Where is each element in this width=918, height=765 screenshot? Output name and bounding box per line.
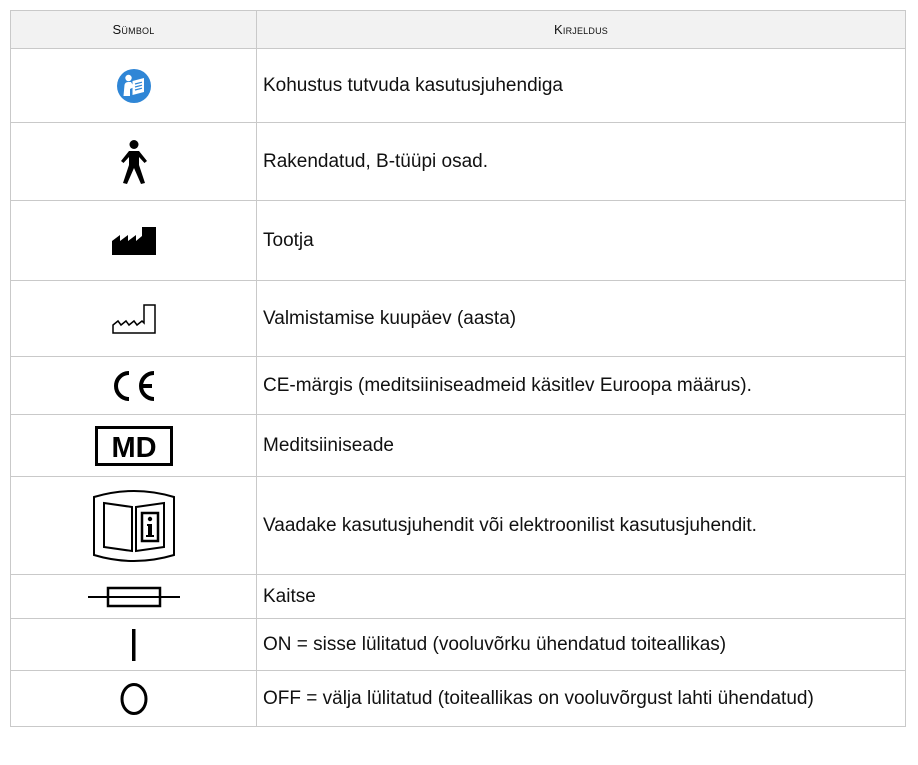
symbol-cell [10, 280, 257, 357]
ce-mark-icon [113, 370, 154, 401]
header-symbol: Sümbol [10, 10, 257, 49]
table-header-row: Sümbol Kirjeldus [10, 10, 906, 49]
description-cell: OFF = välja lülitatud (toiteallikas on v… [256, 670, 906, 727]
symbol-cell [10, 356, 257, 415]
table-row: ON = sisse lülitatud (vooluvõrku ühendat… [10, 618, 906, 671]
description-cell: Vaadake kasutusjuhendit või elektroonili… [256, 476, 906, 575]
description-cell: Tootja [256, 200, 906, 281]
type-b-applied-part-icon [120, 139, 147, 184]
description-cell: CE-märgis (meditsiiniseadmeid käsitlev E… [256, 356, 906, 415]
md-glyph: MD [111, 432, 156, 464]
read-manual-mandatory-icon [116, 68, 151, 103]
description-cell: Kaitse [256, 574, 906, 619]
table-row: Vaadake kasutusjuhendit või elektroonili… [10, 476, 906, 575]
symbols-table: Sümbol Kirjeldus Kohustus tutvuda kasutu… [10, 10, 906, 727]
symbol-cell [10, 670, 257, 727]
symbol-cell [10, 574, 257, 619]
table-row: Valmistamise kuupäev (aasta) [10, 280, 906, 357]
electronic-ifu-icon [92, 489, 175, 562]
description-cell: Valmistamise kuupäev (aasta) [256, 280, 906, 357]
symbol-cell: MD [10, 414, 257, 477]
description-cell: Meditsiiniseade [256, 414, 906, 477]
table-row: CE-märgis (meditsiiniseadmeid käsitlev E… [10, 356, 906, 415]
symbol-cell [10, 122, 257, 201]
power-off-icon [120, 682, 147, 715]
medical-device-icon: MD [94, 425, 173, 466]
table-row: Kohustus tutvuda kasutusjuhendiga [10, 48, 906, 123]
fuse-icon [87, 586, 180, 607]
symbol-cell [10, 618, 257, 671]
table-row: MD Meditsiiniseade [10, 414, 906, 477]
table-row: Tootja [10, 200, 906, 281]
table-row: Kaitse [10, 574, 906, 619]
date-of-manufacture-icon [111, 303, 156, 334]
description-cell: Kohustus tutvuda kasutusjuhendiga [256, 48, 906, 123]
symbol-cell [10, 476, 257, 575]
table-row: OFF = välja lülitatud (toiteallikas on v… [10, 670, 906, 727]
symbol-cell [10, 200, 257, 281]
power-on-icon [131, 628, 135, 661]
symbol-cell [10, 48, 257, 123]
header-description: Kirjeldus [256, 10, 906, 49]
table-row: Rakendatud, B-tüüpi osad. [10, 122, 906, 201]
manufacturer-icon [111, 226, 156, 255]
description-cell: ON = sisse lülitatud (vooluvõrku ühendat… [256, 618, 906, 671]
description-cell: Rakendatud, B-tüüpi osad. [256, 122, 906, 201]
